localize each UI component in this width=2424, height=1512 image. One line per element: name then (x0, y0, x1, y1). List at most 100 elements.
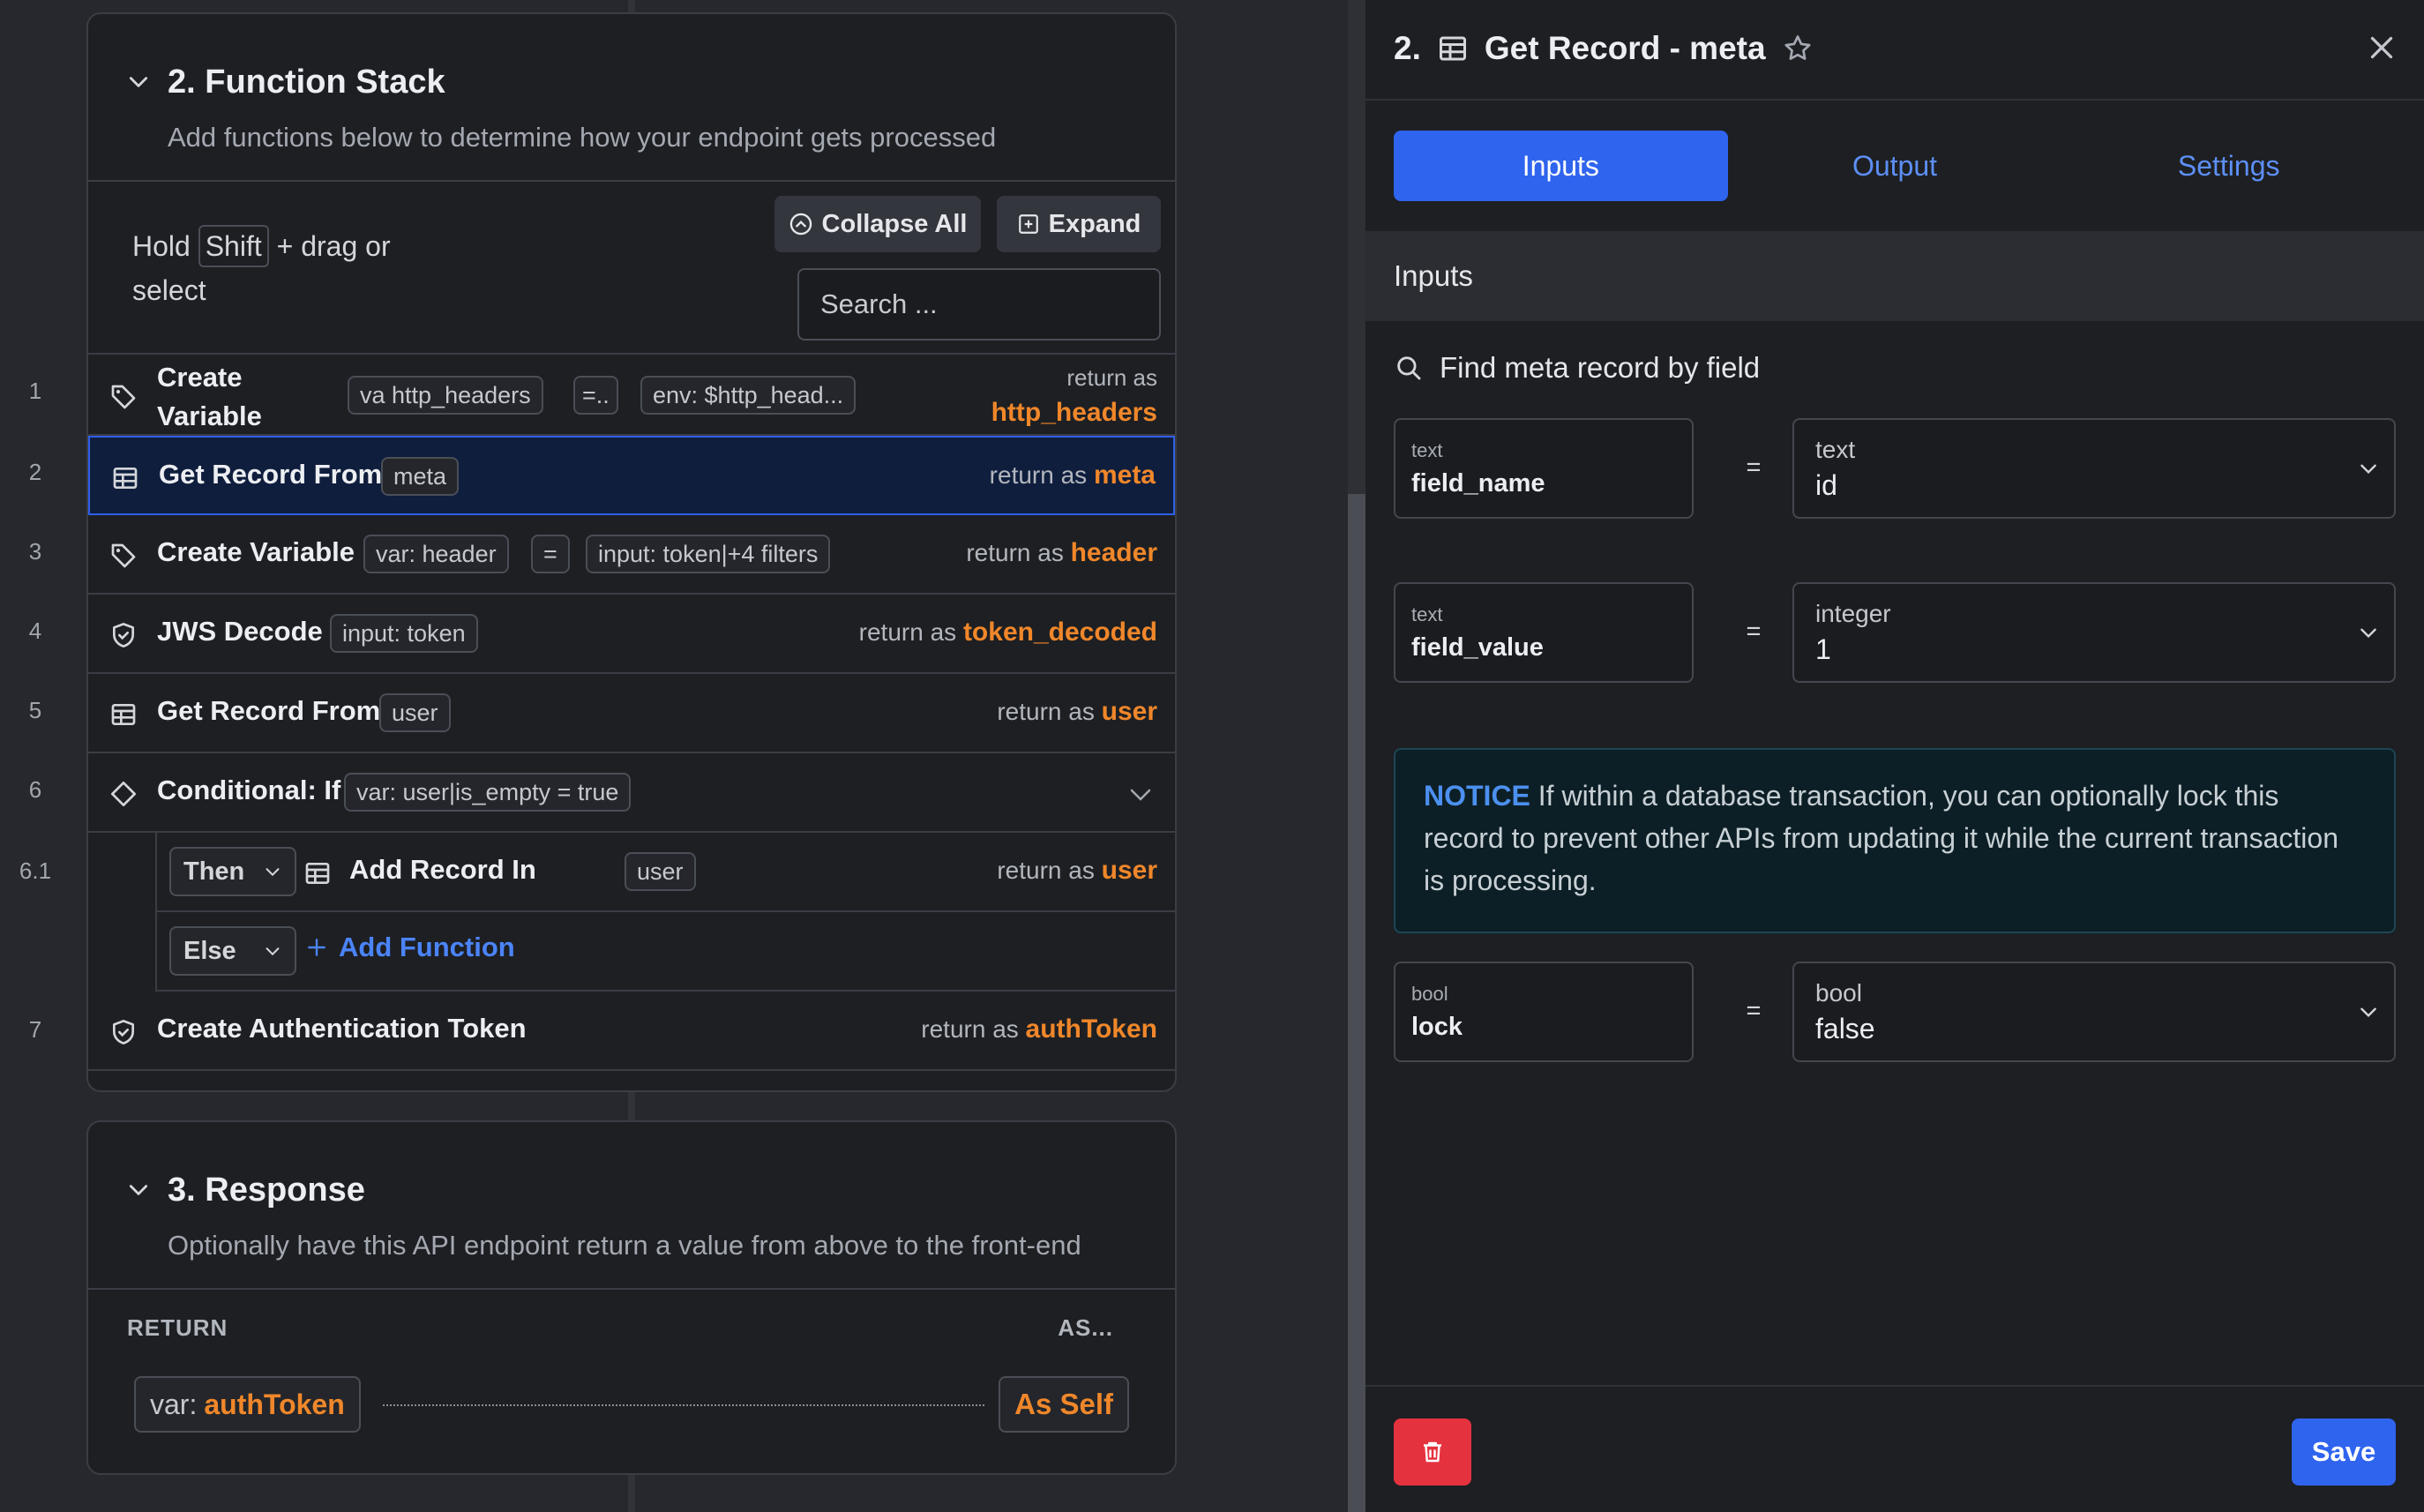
return-as-label: return as (921, 1015, 1019, 1043)
panel-header: 2. Get Record - meta (1365, 0, 2424, 101)
function-row-create-auth-token[interactable]: Create Authentication Token return as au… (88, 992, 1175, 1071)
shield-icon (113, 1020, 134, 1044)
function-name: Get Record From (159, 459, 383, 490)
response-subtitle: Optionally have this API endpoint return… (168, 1230, 1081, 1261)
inputs-section-header: Inputs (1365, 231, 2424, 321)
scrollbar-thumb[interactable] (1348, 494, 1365, 1512)
save-button[interactable]: Save (2292, 1418, 2396, 1486)
function-row-then-branch[interactable]: Then Add Record In user return as user (157, 833, 1175, 912)
close-icon[interactable] (2366, 32, 2398, 64)
return-as: return as header (966, 538, 1157, 568)
function-detail-panel: 2. Get Record - meta Inputs Output Setti… (1365, 0, 2424, 1512)
function-stack-header[interactable]: 2. Function Stack Add functions below to… (88, 14, 1175, 182)
tag-icon (111, 543, 136, 568)
notice-label: NOTICE (1424, 780, 1530, 812)
table-chip[interactable]: user (625, 852, 696, 891)
function-name: Get Record From (157, 695, 381, 726)
function-search[interactable] (797, 268, 1161, 341)
lock-notice: NOTICE If within a database transaction,… (1394, 748, 2396, 933)
panel-scrollbar[interactable] (1348, 0, 1365, 1512)
return-as-label: return as (989, 461, 1088, 489)
field-value-input[interactable]: text field_value (1394, 582, 1694, 683)
tab-settings[interactable]: Settings (2061, 131, 2396, 201)
lock-value-select[interactable]: bool false (1792, 962, 2396, 1062)
function-name: Create Authentication Token (157, 1013, 527, 1044)
table-icon (111, 704, 136, 725)
function-name: Conditional: If (157, 775, 341, 805)
function-row-get-record-user[interactable]: Get Record From user return as user (88, 674, 1175, 753)
expand-label: Expand (1048, 209, 1141, 238)
table-chip[interactable]: user (379, 693, 451, 732)
value-type: integer (1815, 600, 1891, 627)
table-icon (305, 863, 330, 884)
collapse-all-button[interactable]: Collapse All (774, 196, 981, 252)
table-icon (113, 468, 138, 489)
chevron-down-icon[interactable] (127, 1179, 150, 1201)
response-var-prefix: var: (150, 1388, 198, 1420)
inputs-section-title: Inputs (1394, 259, 1473, 292)
search-input[interactable] (799, 270, 1159, 339)
table-chip[interactable]: meta (381, 457, 460, 496)
collapse-icon (789, 213, 812, 236)
delete-button[interactable] (1394, 1418, 1471, 1486)
expand-button[interactable]: Expand (997, 196, 1161, 252)
return-variable: http_headers (991, 398, 1157, 427)
return-as: return as user (997, 697, 1157, 727)
equals-sign: = (1746, 618, 1762, 646)
function-row-create-variable[interactable]: Create Variable va http_headers =.. env:… (88, 356, 1175, 436)
function-stack-title: 2. Function Stack (168, 64, 445, 101)
panel-footer: Save (1365, 1385, 2424, 1512)
panel-tabs: Inputs Output Settings (1394, 131, 2396, 201)
field-type: text (1411, 439, 1443, 461)
field-value-select[interactable]: integer 1 (1792, 582, 2396, 683)
function-canvas: 1 2 3 4 5 6 6.1 7 2. Function Stack Add … (0, 0, 1348, 1512)
return-variable: authToken (1025, 1014, 1157, 1044)
variable-chip[interactable]: var: header (363, 535, 509, 573)
add-function-button[interactable]: Add Function (305, 932, 515, 963)
function-row-get-record-meta[interactable]: Get Record From meta return as meta (88, 436, 1175, 515)
lock-input[interactable]: bool lock (1394, 962, 1694, 1062)
else-dropdown[interactable]: Else (169, 926, 296, 976)
value-text: false (1815, 1013, 1875, 1044)
function-stack-card: 2. Function Stack Add functions below to… (86, 12, 1177, 1092)
table-icon (1439, 36, 1466, 61)
function-row-conditional[interactable]: Conditional: If var: user|is_empty = tru… (88, 753, 1175, 833)
panel-title-text: Get Record - meta (1484, 30, 1766, 66)
return-as: return as user (997, 856, 1157, 886)
value-chip[interactable]: input: token|+4 filters (586, 535, 831, 573)
add-function-label: Add Function (339, 932, 515, 962)
trash-icon (1424, 1441, 1441, 1463)
input-chip[interactable]: input: token (330, 614, 478, 653)
response-connector-line (383, 1404, 984, 1406)
as-self-chip[interactable]: As Self (999, 1376, 1129, 1433)
response-var-name: authToken (204, 1388, 345, 1420)
function-row-create-variable-header[interactable]: Create Variable var: header = input: tok… (88, 515, 1175, 595)
operator-chip[interactable]: =.. (573, 376, 618, 415)
chevron-down-icon[interactable] (1127, 782, 1154, 808)
condition-chip[interactable]: var: user|is_empty = true (344, 773, 632, 812)
field-label: field_value (1411, 633, 1544, 662)
row-number: 4 (28, 618, 42, 644)
response-variable-chip[interactable]: var: authToken (134, 1376, 361, 1433)
variable-chip[interactable]: va http_headers (348, 376, 543, 415)
response-header[interactable]: 3. Response Optionally have this API end… (88, 1122, 1175, 1290)
value-chip[interactable]: env: $http_head... (640, 376, 857, 415)
chevron-down-icon[interactable] (127, 71, 150, 94)
then-dropdown[interactable]: Then (169, 847, 296, 896)
chevron-down-icon (2360, 628, 2376, 639)
then-label: Then (183, 857, 245, 886)
shield-icon (113, 623, 134, 647)
tab-output[interactable]: Output (1728, 131, 2062, 201)
field-label: lock (1411, 1013, 1463, 1041)
collapse-all-label: Collapse All (821, 209, 968, 238)
field-name-input[interactable]: text field_name (1394, 418, 1694, 519)
field-name-value-select[interactable]: text id (1792, 418, 2396, 519)
value-type: text (1815, 436, 1856, 463)
field-type: text (1411, 603, 1443, 625)
function-row-jws-decode[interactable]: JWS Decode input: token return as token_… (88, 595, 1175, 674)
tab-inputs[interactable]: Inputs (1394, 131, 1728, 201)
star-icon[interactable] (1782, 33, 1814, 64)
row-number: 5 (28, 697, 42, 723)
operator-chip[interactable]: = (531, 535, 570, 573)
diamond-icon (111, 782, 136, 806)
